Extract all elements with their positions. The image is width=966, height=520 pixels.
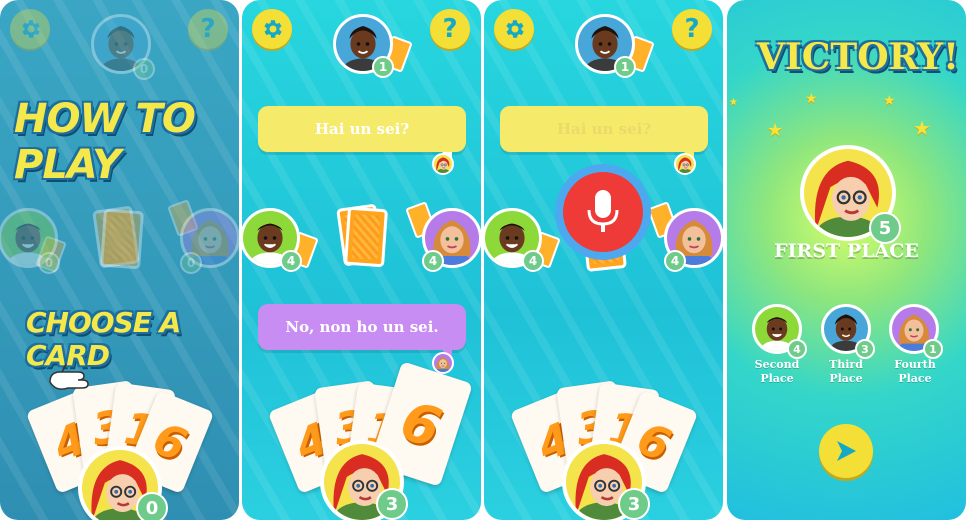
second-place-count: 4	[787, 339, 807, 359]
second-place-label: Second Place	[754, 358, 800, 385]
opponent-left-count: 0	[38, 252, 60, 274]
play-arrow-icon	[837, 441, 856, 461]
question-bubble: Hai un sei?	[258, 106, 466, 162]
microphone-icon	[587, 190, 619, 232]
third-place-count: 3	[855, 339, 875, 359]
question-bubble: Hai un sei?	[500, 106, 708, 162]
player-count: 3	[376, 488, 408, 520]
fourth-place-count: 1	[923, 339, 943, 359]
question-icon: ?	[200, 14, 216, 44]
settings-button[interactable]	[494, 9, 534, 49]
third-place-label: Third Place	[829, 358, 863, 385]
opponent-left-count: 4	[280, 250, 302, 272]
voice-panel: ? 1 Hai un sei? 4 4 4 3 1 6 3	[484, 0, 723, 520]
help-button[interactable]: ?	[430, 9, 470, 49]
gear-icon	[18, 17, 42, 41]
star-icon: ★	[767, 120, 784, 141]
player-count: 3	[618, 488, 650, 520]
victory-panel: VICTORY! ★ ★ ★ ★ ★ 5 FIRST PLACE 4 Secon…	[727, 0, 966, 520]
opponent-right-count: 4	[422, 250, 444, 272]
deck-pile-top	[100, 208, 144, 270]
star-icon: ★	[805, 91, 818, 107]
how-to-play-panel: ? 0 HOW TO PLAY 0 0 CHOOSE A CARD 4 3 1 …	[0, 0, 239, 520]
speaker-avatar-small	[432, 153, 454, 175]
opponent-left-count: 4	[522, 250, 544, 272]
hand-pointer-icon	[48, 362, 92, 396]
next-button[interactable]	[819, 424, 873, 478]
how-to-play-title: HOW TO PLAY	[14, 96, 196, 188]
opponent-top-count: 0	[133, 58, 155, 80]
first-place-label: FIRST PLACE	[774, 240, 919, 262]
gear-icon	[502, 17, 526, 41]
speaker-avatar-small	[674, 153, 696, 175]
microphone-button[interactable]	[555, 164, 651, 260]
settings-button[interactable]	[10, 9, 50, 49]
help-button[interactable]: ?	[188, 9, 228, 49]
question-panel: ? 1 Hai un sei? 4 4 No, non ho un sei. 4…	[242, 0, 481, 520]
opponent-right-count: 4	[664, 250, 686, 272]
question-icon: ?	[442, 14, 458, 44]
gear-icon	[260, 17, 284, 41]
answer-bubble: No, non ho un sei.	[258, 304, 466, 360]
opponent-top-count: 1	[372, 56, 394, 78]
responder-avatar-small	[432, 352, 454, 374]
fourth-place-label: Fourth Place	[894, 358, 936, 385]
opponent-right-count: 0	[180, 252, 202, 274]
player-count: 0	[136, 492, 168, 520]
star-icon: ★	[883, 93, 896, 109]
opponent-top-count: 1	[614, 56, 636, 78]
star-icon: ★	[913, 116, 931, 140]
victory-title: VICTORY!	[757, 36, 959, 78]
question-icon: ?	[684, 14, 700, 44]
settings-button[interactable]	[252, 9, 292, 49]
deck-pile-top[interactable]	[344, 206, 388, 268]
help-button[interactable]: ?	[672, 9, 712, 49]
star-icon: ★	[729, 97, 738, 108]
